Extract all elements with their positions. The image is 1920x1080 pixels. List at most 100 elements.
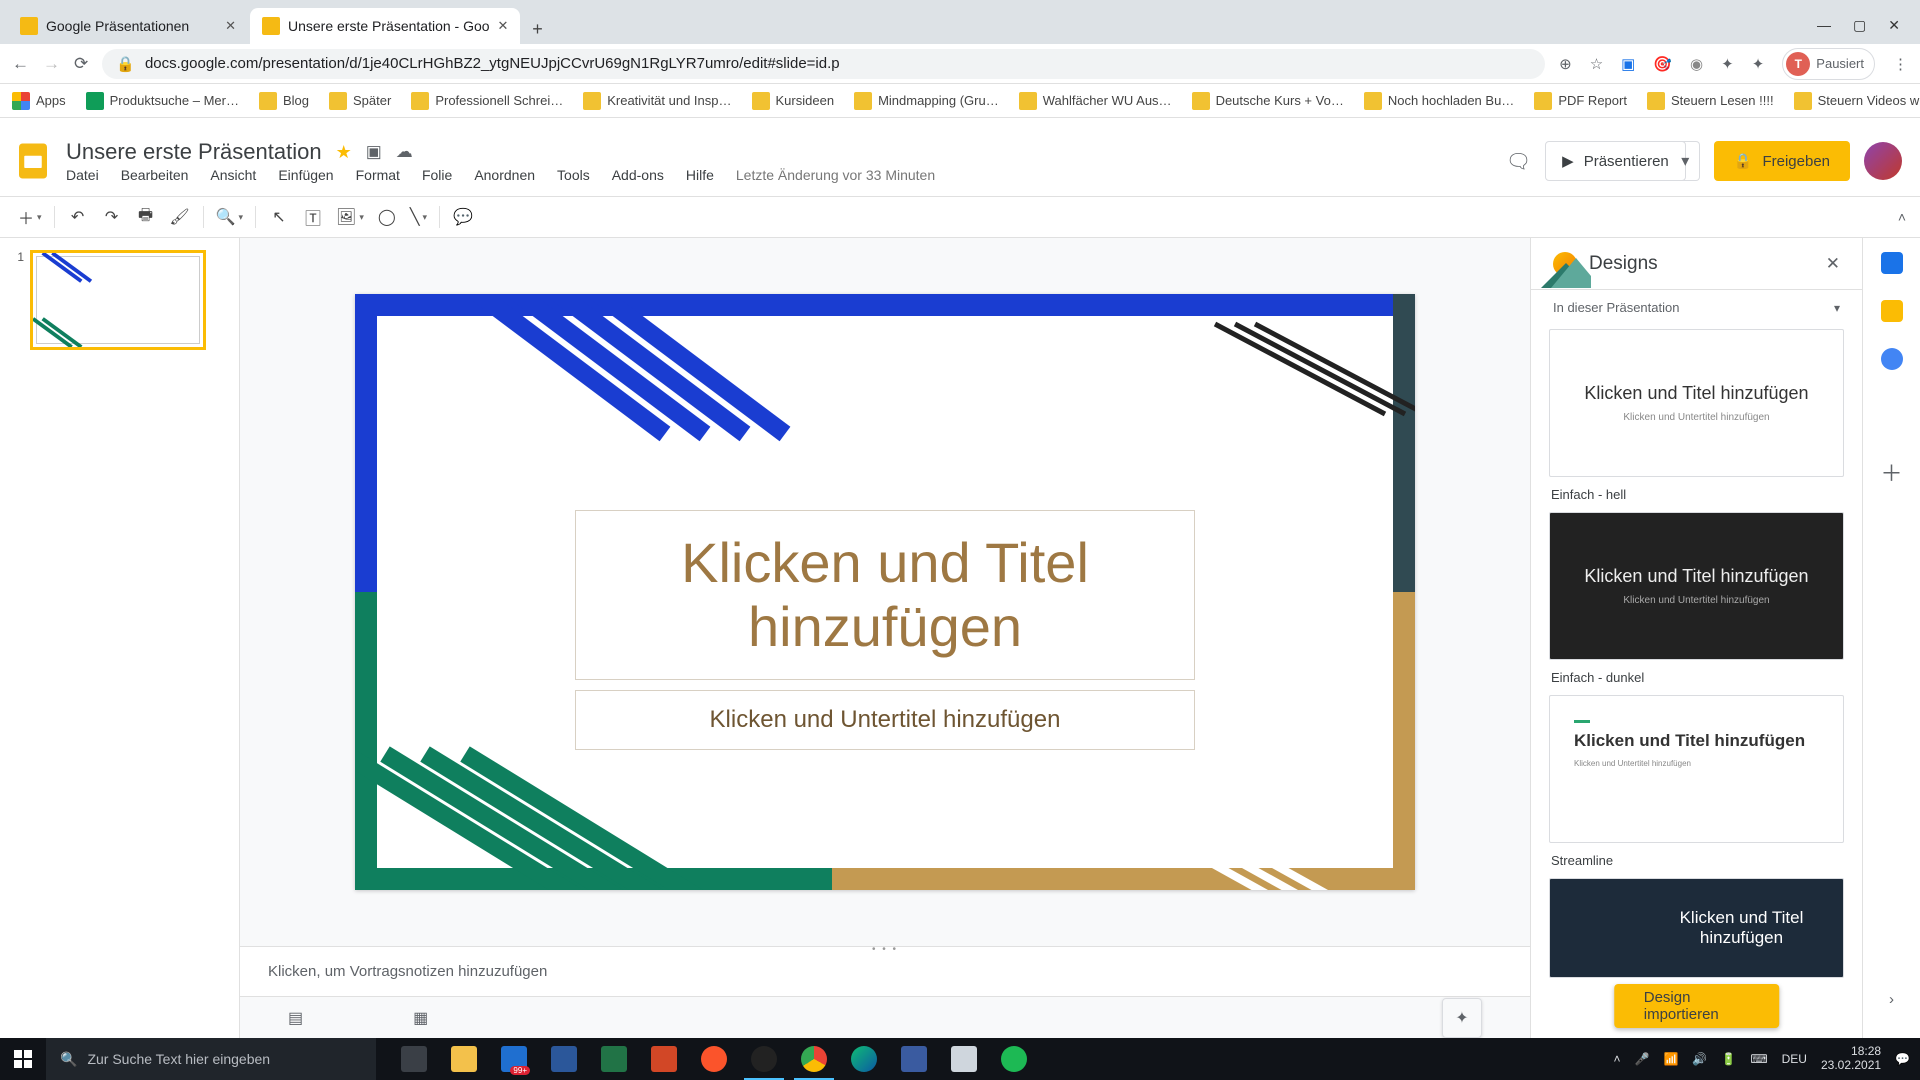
import-theme-button[interactable]: Design importieren — [1614, 984, 1780, 1028]
bookmark-item[interactable]: Deutsche Kurs + Vo… — [1192, 92, 1344, 110]
bookmark-item[interactable]: Kursideen — [752, 92, 835, 110]
comment-tool-button[interactable]: 💬 — [448, 202, 478, 232]
tray-clock[interactable]: 18:28 23.02.2021 — [1821, 1045, 1881, 1073]
bookmark-star-icon[interactable]: ☆ — [1590, 55, 1603, 73]
bookmark-item[interactable]: Steuern Lesen !!!! — [1647, 92, 1774, 110]
start-button[interactable] — [0, 1038, 46, 1080]
slide-canvas[interactable]: Klicken und Titel hinzufügen Klicken und… — [240, 238, 1530, 946]
close-panel-button[interactable]: ✕ — [1826, 254, 1840, 274]
filmstrip-view-button[interactable]: ▤ — [288, 1008, 303, 1028]
bookmark-item[interactable]: Noch hochladen Bu… — [1364, 92, 1514, 110]
taskbar-app-spotify[interactable] — [990, 1038, 1038, 1080]
menu-einfuegen[interactable]: Einfügen — [278, 167, 333, 183]
slide-thumbnail[interactable] — [30, 250, 206, 350]
window-minimize-button[interactable]: — — [1817, 17, 1831, 34]
tray-lang[interactable]: DEU — [1782, 1052, 1807, 1066]
tray-volume-icon[interactable]: 🔊 — [1692, 1052, 1707, 1066]
theme-card[interactable]: Klicken und Titel hinzufügen Klicken und… — [1549, 512, 1844, 660]
menu-tools[interactable]: Tools — [557, 167, 590, 183]
comments-button[interactable]: 🗨 — [1506, 149, 1531, 174]
panel-scope-selector[interactable]: In dieser Präsentation ▾ — [1531, 290, 1862, 325]
grid-view-button[interactable]: ▦ — [413, 1008, 428, 1028]
shape-button[interactable]: ◯ — [372, 202, 402, 232]
slides-logo-icon[interactable] — [12, 140, 54, 182]
bookmark-item[interactable]: Blog — [259, 92, 309, 110]
share-button[interactable]: 🔒 Freigeben — [1714, 141, 1850, 181]
close-icon[interactable]: ✕ — [498, 18, 509, 34]
subtitle-placeholder[interactable]: Klicken und Untertitel hinzufügen — [575, 690, 1195, 750]
slide[interactable]: Klicken und Titel hinzufügen Klicken und… — [355, 294, 1415, 890]
task-view-button[interactable] — [390, 1038, 438, 1080]
bookmark-item[interactable]: Mindmapping (Gru… — [854, 92, 999, 110]
extension-icon[interactable]: 🎯 — [1653, 55, 1672, 73]
theme-card[interactable]: Klicken und Titel hinzufügen Klicken und… — [1549, 695, 1844, 843]
new-slide-button[interactable]: ＋▾ — [14, 202, 46, 232]
extension-icon[interactable]: ◉ — [1690, 55, 1703, 73]
title-placeholder[interactable]: Klicken und Titel hinzufügen — [575, 510, 1195, 680]
bookmark-item[interactable]: Wahlfächer WU Aus… — [1019, 92, 1172, 110]
profile-button[interactable]: T Pausiert — [1782, 48, 1875, 80]
star-icon[interactable]: ★ — [336, 142, 352, 163]
nav-forward-button[interactable]: → — [43, 54, 60, 74]
tray-notifications-button[interactable]: 💬 — [1895, 1052, 1910, 1066]
theme-card[interactable]: Klicken und Titel hinzufügen Klicken und… — [1549, 329, 1844, 477]
cloud-status-icon[interactable]: ☁ — [396, 142, 413, 162]
nav-reload-button[interactable]: ⟳ — [74, 54, 88, 74]
taskbar-app-edge[interactable] — [840, 1038, 888, 1080]
tray-mic-icon[interactable]: 🎤 — [1635, 1052, 1650, 1066]
taskbar-app-explorer[interactable] — [440, 1038, 488, 1080]
account-avatar[interactable] — [1864, 142, 1902, 180]
taskbar-app-chrome[interactable] — [790, 1038, 838, 1080]
menu-format[interactable]: Format — [356, 167, 400, 183]
menu-addons[interactable]: Add-ons — [612, 167, 664, 183]
extensions-menu-icon[interactable]: ✦ — [1752, 55, 1765, 73]
browser-menu-button[interactable]: ⋮ — [1893, 55, 1908, 73]
tray-keyboard-icon[interactable]: ⌨ — [1750, 1052, 1767, 1066]
bookmark-item[interactable]: Kreativität und Insp… — [583, 92, 731, 110]
taskbar-app-powerpoint[interactable] — [640, 1038, 688, 1080]
bookmark-item[interactable]: Professionell Schrei… — [411, 92, 563, 110]
browser-tab[interactable]: Google Präsentationen ✕ — [8, 8, 248, 44]
theme-card[interactable]: Klicken und Titel hinzufügen — [1549, 878, 1844, 978]
bookmark-item[interactable]: PDF Report — [1534, 92, 1627, 110]
present-button[interactable]: ▶ Präsentieren — [1545, 141, 1686, 181]
last-edit-label[interactable]: Letzte Änderung vor 33 Minuten — [736, 167, 935, 183]
menu-hilfe[interactable]: Hilfe — [686, 167, 714, 183]
redo-button[interactable]: ↷ — [97, 202, 127, 232]
line-button[interactable]: ╲▾ — [406, 202, 431, 232]
extension-icon[interactable]: ✦ — [1721, 55, 1734, 73]
addons-plus-button[interactable]: ＋ — [1880, 456, 1902, 488]
tasks-addon-button[interactable] — [1881, 348, 1903, 370]
select-tool-button[interactable]: ↖ — [264, 202, 294, 232]
menu-ansicht[interactable]: Ansicht — [210, 167, 256, 183]
taskbar-app-notepad[interactable] — [940, 1038, 988, 1080]
paint-format-button[interactable]: 🖌 — [165, 202, 195, 232]
close-icon[interactable]: ✕ — [225, 18, 236, 34]
taskbar-app-word[interactable] — [540, 1038, 588, 1080]
collapse-toolbar-button[interactable]: ˄ — [1898, 209, 1906, 225]
taskbar-app-brave[interactable] — [690, 1038, 738, 1080]
apps-button[interactable]: Apps — [12, 92, 66, 110]
menu-anordnen[interactable]: Anordnen — [474, 167, 535, 183]
explore-button[interactable]: ✦ — [1442, 998, 1482, 1038]
zoom-button[interactable]: 🔍▾ — [212, 202, 247, 232]
address-bar[interactable]: 🔒 docs.google.com/presentation/d/1je40CL… — [102, 49, 1545, 79]
speaker-notes[interactable]: • • • Klicken, um Vortragsnotizen hinzuz… — [240, 946, 1530, 996]
tray-battery-icon[interactable]: 🔋 — [1721, 1052, 1736, 1066]
browser-tab-active[interactable]: Unsere erste Präsentation - Goo ✕ — [250, 8, 520, 44]
notes-resize-handle[interactable]: • • • — [872, 944, 898, 955]
reader-icon[interactable]: ▣ — [1621, 55, 1635, 73]
menu-bearbeiten[interactable]: Bearbeiten — [121, 167, 189, 183]
keep-addon-button[interactable] — [1881, 300, 1903, 322]
undo-button[interactable]: ↶ — [63, 202, 93, 232]
textbox-button[interactable]: 🅃 — [298, 202, 328, 232]
window-close-button[interactable]: ✕ — [1888, 17, 1900, 34]
bookmark-item[interactable]: Steuern Videos wic… — [1794, 92, 1920, 110]
present-dropdown-button[interactable]: ▾ — [1672, 141, 1700, 181]
new-tab-button[interactable]: + — [522, 14, 552, 44]
taskbar-app-mail[interactable]: 99+ — [490, 1038, 538, 1080]
window-maximize-button[interactable]: ▢ — [1853, 17, 1866, 34]
rail-collapse-button[interactable]: › — [1889, 991, 1894, 1008]
taskbar-app-excel[interactable] — [590, 1038, 638, 1080]
taskbar-search[interactable]: 🔍 Zur Suche Text hier eingeben — [46, 1038, 376, 1080]
